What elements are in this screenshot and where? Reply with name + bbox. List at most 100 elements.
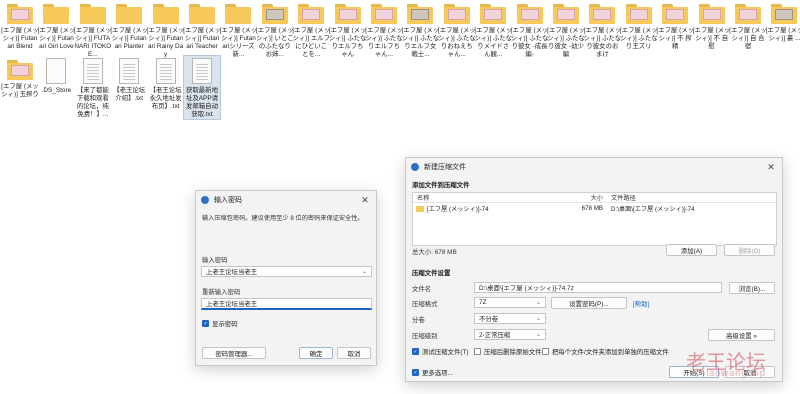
ok-button[interactable]: 确定 bbox=[299, 347, 333, 359]
archive-dialog-titlebar[interactable]: 新建压缩文件 ✕ bbox=[406, 158, 782, 176]
delete-original-checkbox[interactable]: 压缩后删除原始文件 bbox=[474, 347, 542, 356]
desktop-folder[interactable]: [エフ屋 (メッシィ)] ふたなりエルフちゃん... bbox=[365, 0, 403, 59]
remove-button[interactable]: 删除(D) bbox=[724, 244, 775, 256]
folder-icon bbox=[225, 4, 252, 24]
desktop-item-label: [エフ屋 (メッシィ)] ふたなり彼女 -成長編- bbox=[510, 27, 549, 58]
show-password-label: 显示密码 bbox=[212, 321, 238, 328]
desktop-folder[interactable]: [エフ屋 (メッシィ)] 不 搾精 bbox=[656, 0, 694, 51]
volume-select[interactable]: 不分卷 ⌄ bbox=[474, 313, 546, 324]
desktop-folder[interactable]: [エフ屋 (メッシィ)] 自 合宿 bbox=[729, 0, 767, 51]
desktop-folder[interactable]: [エフ屋 (メッシィ)] ふたなりメイドさん観... bbox=[474, 0, 512, 59]
desktop-item-label: [エフ屋 (メッシィ)] ふたなりメイドさん観... bbox=[474, 27, 512, 58]
desktop-file[interactable]: .DS_Store bbox=[38, 56, 74, 95]
desktop-item-label: [エフ屋 (メッシィ)] ふたなり彼女のおまけ bbox=[583, 27, 622, 58]
folder-icon bbox=[662, 4, 689, 24]
checkmark-icon: ✓ bbox=[202, 320, 209, 327]
more-options-checkbox[interactable]: ✓ 更多选项... bbox=[412, 368, 453, 377]
desktop-folder[interactable]: [エフ屋 (メッシィ)] FUTANARI ITOKO E... bbox=[74, 0, 112, 59]
text-file-icon bbox=[192, 58, 212, 84]
desktop-folder[interactable]: [エフ屋 (メッシィ)] Futanari Girl Love bbox=[37, 0, 76, 51]
add-button[interactable]: 添加(A) bbox=[666, 244, 717, 256]
folder-icon bbox=[735, 4, 761, 24]
level-label: 压缩级别 bbox=[412, 333, 438, 340]
delete-original-label: 压缩后删除原始文件 bbox=[484, 349, 542, 356]
close-icon[interactable]: ✕ bbox=[760, 158, 782, 176]
row-size: 678 MB bbox=[581, 205, 603, 212]
desktop-item-label: [エフ屋 (メッシィ)] Futanari Rainy Day bbox=[146, 27, 185, 58]
desktop-folder[interactable]: [エフ屋 (メッシィ)] いとこのふたなりお姉... bbox=[255, 0, 294, 59]
help-link[interactable]: [帮助] bbox=[633, 299, 649, 308]
cancel-button[interactable]: 取消 bbox=[337, 347, 371, 359]
desktop-folder[interactable]: [エフ屋 (メッシィ)] ふたなり彼女 -幼少編 bbox=[547, 0, 585, 59]
dialog-title: 新建压缩文件 bbox=[424, 164, 466, 171]
desktop-item-label: [エフ屋 (メッシィ)] Futanariシリーズ新... bbox=[219, 27, 258, 58]
enter-password-field[interactable]: 上老王论坛当老王 ⌄ bbox=[201, 266, 372, 277]
close-icon[interactable]: ✕ bbox=[354, 191, 376, 209]
separate-archives-checkbox[interactable]: 把每个文件/文件夹添加到单独的压缩文件 bbox=[542, 347, 669, 356]
level-select[interactable]: 2-正常压缩 ⌄ bbox=[474, 329, 546, 340]
set-password-button[interactable]: 设置密码(P)... bbox=[551, 297, 627, 309]
text-file-icon bbox=[82, 58, 103, 84]
desktop-item-label: [エフ屋 (メッシィ)] ふたなり王ズリ bbox=[619, 27, 658, 50]
enter-password-value: 上老王论坛当老王 bbox=[206, 269, 258, 276]
desktop-folder[interactable]: [エフ屋 (メッシィ)] 玉搾り bbox=[1, 56, 39, 99]
desktop-folder[interactable]: [エフ屋 (メッシィ)] 不 自慰 bbox=[693, 0, 730, 51]
password-instruction: 输入压缩包密码。建议使用至少 8 位的密码来保证安全性。 bbox=[202, 215, 364, 222]
folder-icon bbox=[416, 205, 424, 212]
row-name: [エフ屋 (メッシィ)]-74 bbox=[427, 206, 489, 213]
chevron-down-icon[interactable]: ⌄ bbox=[362, 268, 367, 275]
password-dialog-titlebar[interactable]: 输入密码 ✕ bbox=[196, 191, 376, 209]
total-size: 总大小: 678 MB bbox=[412, 249, 457, 256]
file-list[interactable]: 名称 大小 文件路径 [エフ屋 (メッシィ)]-74 678 MB D:\桌面\… bbox=[412, 192, 777, 246]
desktop-folder[interactable]: [エフ屋 (メッシィ)] Futanariシリーズ新... bbox=[219, 0, 258, 59]
folder-icon bbox=[43, 4, 70, 24]
format-select[interactable]: 7Z ⌄ bbox=[474, 297, 546, 308]
section-add-files: 添加文件到压缩文件 bbox=[412, 182, 470, 189]
desktop-file[interactable]: 获取最新地址及APP请发邮箱自动获取.txt bbox=[183, 55, 221, 120]
desktop-folder[interactable]: [エフ屋 (メッシィ)] Futanari Planter bbox=[110, 0, 148, 51]
desktop-folder[interactable]: [エフ屋 (メッシィ)] Futanari Rainy Day bbox=[146, 0, 185, 59]
desktop-item-label: [エフ屋 (メッシィ)] いとこのふたなりお姉... bbox=[255, 27, 294, 58]
desktop-item-label: [エフ屋 (メッシィ)] Futanari Blend bbox=[1, 27, 39, 50]
desktop-item-label: [エフ屋 (メッシィ)] Futanari Planter bbox=[110, 27, 148, 50]
reenter-password-field[interactable]: 上老王论坛当老王 bbox=[201, 298, 372, 310]
folder-icon bbox=[116, 4, 143, 24]
chevron-down-icon: ⌄ bbox=[535, 300, 541, 306]
desktop-folder[interactable]: [エフ屋 (メッシィ)] ふたなりエルフちゃん bbox=[328, 0, 367, 59]
desktop-folder[interactable]: [エフ屋 (メッシィ)] Futanari Blend bbox=[1, 0, 39, 51]
desktop-item-label: [エフ屋 (メッシィ)] Futanari Girl Love bbox=[37, 27, 76, 50]
desktop-folder[interactable]: [エフ屋 (メッシィ)] Futanari Teacher bbox=[183, 0, 221, 51]
folder-icon bbox=[334, 4, 361, 24]
desktop-item-label: [エフ屋 (メッシィ)] ふたなりエルフちゃん bbox=[328, 27, 367, 58]
password-dialog: 输入密码 ✕ 输入压缩包密码。建议使用至少 8 位的密码来保证安全性。 输入密码… bbox=[195, 190, 377, 366]
checkmark-icon: ✓ bbox=[412, 369, 419, 376]
reenter-password-value: 上老王论坛当老王 bbox=[206, 301, 258, 308]
desktop-folder[interactable]: [エフ屋 (メッシィ)] 裏 ... bbox=[766, 0, 800, 43]
password-manager-button[interactable]: 密码管理器... bbox=[202, 347, 266, 359]
advanced-settings-button[interactable]: 高级设置 » bbox=[708, 329, 775, 341]
checkbox-empty-icon bbox=[542, 348, 549, 355]
filename-field[interactable]: D:\桌面\[エフ屋 (メッシィ)]-74.7z bbox=[474, 282, 722, 293]
col-path[interactable]: 文件路径 bbox=[607, 193, 776, 202]
list-item[interactable]: [エフ屋 (メッシィ)]-74 678 MB D:\桌面\[エフ屋 (メッシィ)… bbox=[413, 203, 776, 214]
desktop-file[interactable]: 【老王论坛永久地址发布页】.txt bbox=[148, 56, 184, 111]
desktop-file[interactable]: 【老王论坛介绍】.txt bbox=[111, 56, 147, 103]
test-archive-checkbox[interactable]: ✓ 测试压缩文件(T) bbox=[412, 347, 469, 356]
folder-icon bbox=[698, 4, 725, 24]
desktop-folder[interactable]: [エフ屋 (メッシィ)] ふたなり王ズリ bbox=[619, 0, 658, 51]
show-password-checkbox[interactable]: ✓ 显示密码 bbox=[202, 319, 238, 328]
desktop-item-label: [エフ屋 (メッシィ)] 玉搾り bbox=[1, 83, 39, 98]
desktop-folder[interactable]: [エフ屋 (メッシィ)] エルフにひどいことを... bbox=[292, 0, 330, 59]
folder-icon bbox=[189, 4, 215, 24]
desktop-folder[interactable]: [エフ屋 (メッシィ)] ふたなりおねえちゃん... bbox=[438, 0, 476, 59]
col-name[interactable]: 名称 bbox=[413, 193, 563, 202]
browse-button[interactable]: 浏览(B)... bbox=[729, 282, 775, 294]
col-size[interactable]: 大小 bbox=[563, 193, 607, 202]
desktop-folder[interactable]: [エフ屋 (メッシィ)] ふたなりエルフ女戦士... bbox=[402, 0, 439, 59]
desktop-folder[interactable]: [エフ屋 (メッシィ)] ふたなり彼女のおまけ bbox=[583, 0, 622, 59]
chevron-down-icon: ⌄ bbox=[535, 316, 541, 322]
row-path: D:\桌面\[エフ屋 (メッシィ)]-74 bbox=[611, 206, 695, 213]
desktop-folder[interactable]: [エフ屋 (メッシィ)] ふたなり彼女 -成長編- bbox=[510, 0, 549, 59]
desktop-file[interactable]: 【来了都能下载和观看的论坛，纯免费！】... bbox=[75, 56, 111, 119]
dialog-title: 输入密码 bbox=[214, 197, 242, 204]
